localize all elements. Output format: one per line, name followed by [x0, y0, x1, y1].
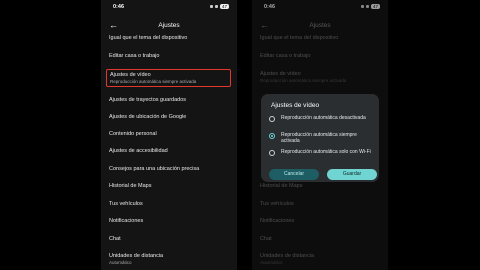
theme-subtitle: Igual que el tema del dispositivo	[109, 35, 188, 41]
option-autoplay-wifi[interactable]: Reproducción automática solo con Wi-Fi	[269, 149, 373, 163]
list-item-label: Editar casa o trabajo	[109, 53, 160, 59]
wifi-icon	[214, 5, 218, 8]
dialog-title: Ajustes de vídeo	[271, 102, 320, 109]
list-item[interactable]: Historial de Maps	[109, 183, 231, 189]
signal-icon	[209, 5, 213, 8]
radio-unchecked-icon[interactable]	[269, 150, 275, 156]
list-item[interactable]: Unidades de distancia Automático	[109, 253, 231, 265]
settings-screen-left: 0:46 47 ← Ajustes Igual que el tema del …	[101, 0, 237, 270]
status-bar: 0:46 47	[113, 4, 229, 12]
list-item[interactable]: Editar casa o trabajo	[109, 53, 231, 59]
list-item-label: Ajustes de trayectos guardados	[109, 97, 187, 103]
page-title: Ajustes	[158, 22, 180, 29]
list-item[interactable]: Tus vehículos	[109, 201, 231, 207]
list-item-label: Ajustes de accesibilidad	[109, 148, 168, 154]
app-header: ← Ajustes	[101, 20, 237, 34]
video-settings-item[interactable]: Ajustes de vídeo Reproducción automática…	[106, 69, 231, 87]
radio-unchecked-icon[interactable]	[269, 116, 275, 122]
list-item-sub: Reproducción automática siempre activada	[110, 79, 197, 84]
list-item[interactable]: Ajustes de accesibilidad	[109, 148, 231, 154]
option-label: Reproducción automática desactivada	[281, 115, 366, 121]
battery-level: 47	[219, 4, 229, 9]
list-item-label: Ajustes de ubicación de Google	[109, 114, 187, 120]
list-item[interactable]: Ajustes de ubicación de Google	[109, 114, 231, 120]
option-label: Reproducción automática siempre activada	[281, 132, 357, 144]
settings-screen-right: 0:46 47 ← Ajustes Igual que el tema del …	[252, 0, 388, 270]
list-item-label: Tus vehículos	[109, 201, 143, 207]
status-icons: 47	[209, 4, 229, 9]
list-item[interactable]: Notificaciones	[109, 218, 231, 224]
cancel-button[interactable]: Cancelar	[269, 169, 319, 180]
list-item-label: Contenido personal	[109, 131, 157, 137]
option-autoplay-always[interactable]: Reproducción automática siempre activada	[269, 132, 373, 146]
option-label: Reproducción automática solo con Wi-Fi	[281, 149, 371, 155]
status-time: 0:46	[113, 4, 125, 10]
list-item-label: Ajustes de vídeo	[110, 72, 151, 78]
list-item-label: Notificaciones	[109, 218, 144, 224]
list-item-label: Unidades de distancia	[109, 253, 164, 259]
list-item-label: Historial de Maps	[109, 183, 152, 189]
list-item-label: Chat	[109, 236, 121, 242]
save-button[interactable]: Guardar	[327, 169, 377, 180]
list-item[interactable]: Consejos para una ubicación precisa	[109, 166, 231, 172]
option-autoplay-off[interactable]: Reproducción automática desactivada	[269, 115, 373, 129]
video-settings-dialog: Ajustes de vídeo Reproducción automática…	[261, 94, 379, 182]
list-item[interactable]: Chat	[109, 236, 231, 242]
list-item[interactable]: Contenido personal	[109, 131, 231, 137]
radio-checked-icon[interactable]	[269, 133, 275, 139]
list-item[interactable]: Ajustes de trayectos guardados	[109, 97, 231, 103]
list-item-sub: Automático	[109, 260, 132, 265]
list-item-label: Consejos para una ubicación precisa	[109, 166, 200, 172]
